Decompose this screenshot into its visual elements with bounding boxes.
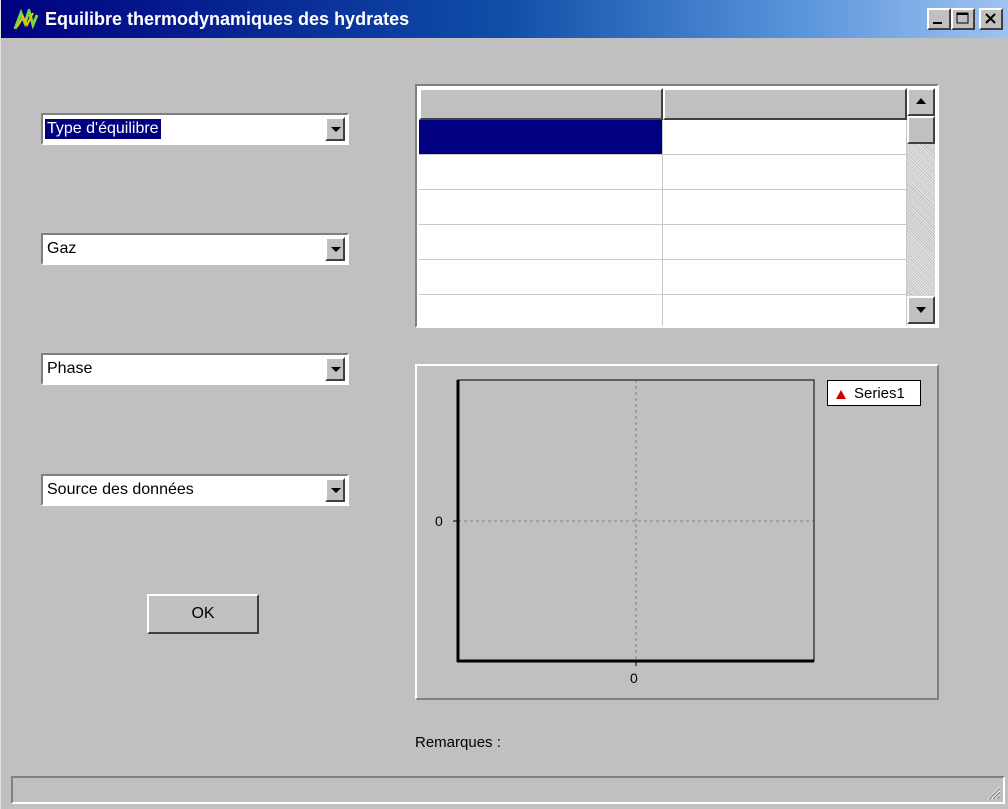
grid-vertical-scrollbar[interactable] bbox=[907, 88, 935, 324]
minimize-button[interactable] bbox=[927, 8, 951, 30]
remarks-label: Remarques : bbox=[415, 734, 501, 751]
grid-cell[interactable] bbox=[663, 225, 907, 260]
equilibrium-type-combo[interactable]: Type d'équilibre bbox=[41, 113, 349, 145]
main-window: Equilibre thermodynamiques des hydrates … bbox=[0, 0, 1008, 809]
chevron-down-icon bbox=[331, 488, 341, 493]
maximize-icon bbox=[956, 12, 969, 24]
window-title: Equilibre thermodynamiques des hydrates bbox=[45, 9, 410, 29]
minimize-icon bbox=[933, 22, 942, 24]
maximize-button[interactable] bbox=[951, 8, 975, 30]
gas-dropdown-button[interactable] bbox=[325, 237, 345, 261]
scroll-thumb[interactable] bbox=[907, 116, 935, 144]
ok-button[interactable]: OK bbox=[147, 594, 259, 634]
chevron-down-icon bbox=[331, 247, 341, 252]
scroll-down-button[interactable] bbox=[907, 296, 935, 324]
grid-column-header[interactable] bbox=[419, 88, 663, 120]
chart-canvas bbox=[453, 379, 815, 666]
legend-series-name: Series1 bbox=[854, 385, 905, 402]
data-source-combo[interactable]: Source des données bbox=[41, 474, 349, 506]
y-tick-label: 0 bbox=[435, 513, 443, 529]
resize-grip-icon[interactable] bbox=[985, 784, 1001, 800]
scroll-up-button[interactable] bbox=[907, 88, 935, 116]
chart-panel: 0 0 Series1 bbox=[415, 364, 939, 700]
app-icon bbox=[13, 9, 39, 30]
gas-value: Gaz bbox=[47, 240, 77, 257]
gas-combo[interactable]: Gaz bbox=[41, 233, 349, 265]
close-icon bbox=[985, 13, 996, 24]
data-grid[interactable] bbox=[415, 84, 939, 328]
grid-cell[interactable] bbox=[419, 190, 663, 225]
grid-cell[interactable] bbox=[419, 295, 663, 326]
arrow-up-icon bbox=[916, 98, 926, 104]
phase-dropdown-button[interactable] bbox=[325, 357, 345, 381]
equilibrium-type-value: Type d'équilibre bbox=[45, 119, 161, 139]
chevron-down-icon bbox=[331, 367, 341, 372]
grid-column-header[interactable] bbox=[663, 88, 907, 120]
grid-cell[interactable] bbox=[663, 155, 907, 190]
grid-cell[interactable] bbox=[419, 120, 663, 155]
grid-cell[interactable] bbox=[419, 155, 663, 190]
arrow-down-icon bbox=[916, 307, 926, 313]
chart-legend: Series1 bbox=[827, 380, 921, 406]
grid-cell[interactable] bbox=[663, 190, 907, 225]
close-button[interactable] bbox=[979, 8, 1003, 30]
data-source-value: Source des données bbox=[47, 481, 194, 498]
chevron-down-icon bbox=[331, 127, 341, 132]
data-source-dropdown-button[interactable] bbox=[325, 478, 345, 502]
grid-cell[interactable] bbox=[419, 260, 663, 295]
x-tick-label: 0 bbox=[630, 670, 638, 686]
grid-cell[interactable] bbox=[663, 260, 907, 295]
status-bar bbox=[11, 776, 1005, 804]
equilibrium-type-dropdown-button[interactable] bbox=[325, 117, 345, 141]
phase-combo[interactable]: Phase bbox=[41, 353, 349, 385]
title-bar[interactable]: Equilibre thermodynamiques des hydrates bbox=[1, 0, 1008, 38]
phase-value: Phase bbox=[47, 360, 93, 377]
grid-cell[interactable] bbox=[419, 225, 663, 260]
grid-cell[interactable] bbox=[663, 295, 907, 326]
triangle-icon bbox=[836, 390, 846, 399]
grid-cell[interactable] bbox=[663, 120, 907, 155]
